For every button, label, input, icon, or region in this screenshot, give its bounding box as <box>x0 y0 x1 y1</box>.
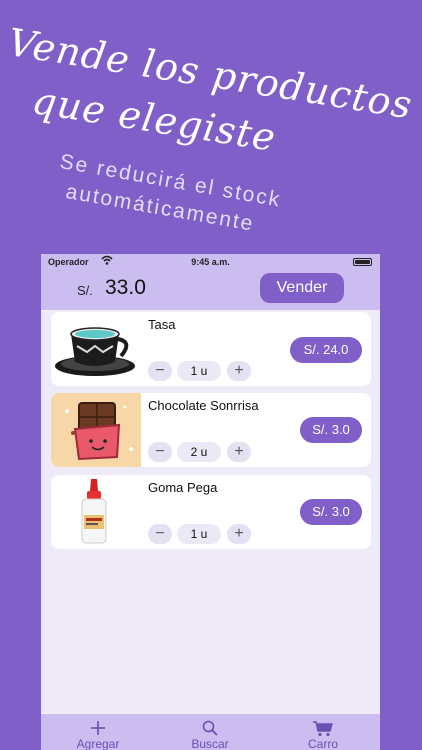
price-badge: S/. 3.0 <box>300 417 362 443</box>
cart-item: Chocolate Sonrrisa − 2 u + S/. 3.0 <box>51 393 371 467</box>
tab-buscar[interactable]: Buscar <box>160 714 260 750</box>
glue-bottle-image <box>51 475 141 549</box>
decrease-button[interactable]: − <box>148 524 172 544</box>
cart-item: Goma Pega − 1 u + S/. 3.0 <box>51 475 371 549</box>
decrease-button[interactable]: − <box>148 361 172 381</box>
plus-icon <box>91 721 105 735</box>
increase-button[interactable]: + <box>227 524 251 544</box>
tab-label: Agregar <box>76 737 120 750</box>
quantity-value: 2 u <box>177 442 221 462</box>
chocolate-bar-image <box>51 393 141 467</box>
quantity-stepper: − 1 u + <box>148 524 258 544</box>
battery-icon <box>353 258 372 266</box>
cart-total: 33.0 <box>105 276 146 299</box>
tab-label: Buscar <box>191 737 229 750</box>
quantity-stepper: − 2 u + <box>148 442 258 462</box>
tab-carro[interactable]: Carro <box>273 714 373 750</box>
tab-label: Carro <box>307 737 338 750</box>
quantity-value: 1 u <box>177 524 221 544</box>
product-name: Tasa <box>148 317 176 332</box>
decrease-button[interactable]: − <box>148 442 172 462</box>
currency-label: S/. <box>77 283 93 298</box>
cart-item: Tasa − 1 u + S/. 24.0 <box>51 312 371 386</box>
tab-bar: Agregar Buscar Carro <box>41 714 380 750</box>
teacup-image <box>51 312 141 386</box>
cart-header: S/. 33.0 Vender <box>41 270 380 310</box>
quantity-stepper: − 1 u + <box>148 361 258 381</box>
increase-button[interactable]: + <box>227 361 251 381</box>
phone-screen: Operador 9:45 a.m. S/. 33.0 Vender Tasa … <box>41 254 380 750</box>
increase-button[interactable]: + <box>227 442 251 462</box>
status-time: 9:45 a.m. <box>191 257 230 267</box>
price-badge: S/. 3.0 <box>300 499 362 525</box>
product-name: Chocolate Sonrrisa <box>148 398 259 413</box>
product-name: Goma Pega <box>148 480 218 495</box>
price-badge: S/. 24.0 <box>290 337 362 363</box>
cart-icon <box>313 721 333 737</box>
status-bar: Operador 9:45 a.m. <box>41 254 380 270</box>
tab-agregar[interactable]: Agregar <box>48 714 148 750</box>
search-icon <box>202 720 218 736</box>
quantity-value: 1 u <box>177 361 221 381</box>
sell-button[interactable]: Vender <box>260 273 344 303</box>
